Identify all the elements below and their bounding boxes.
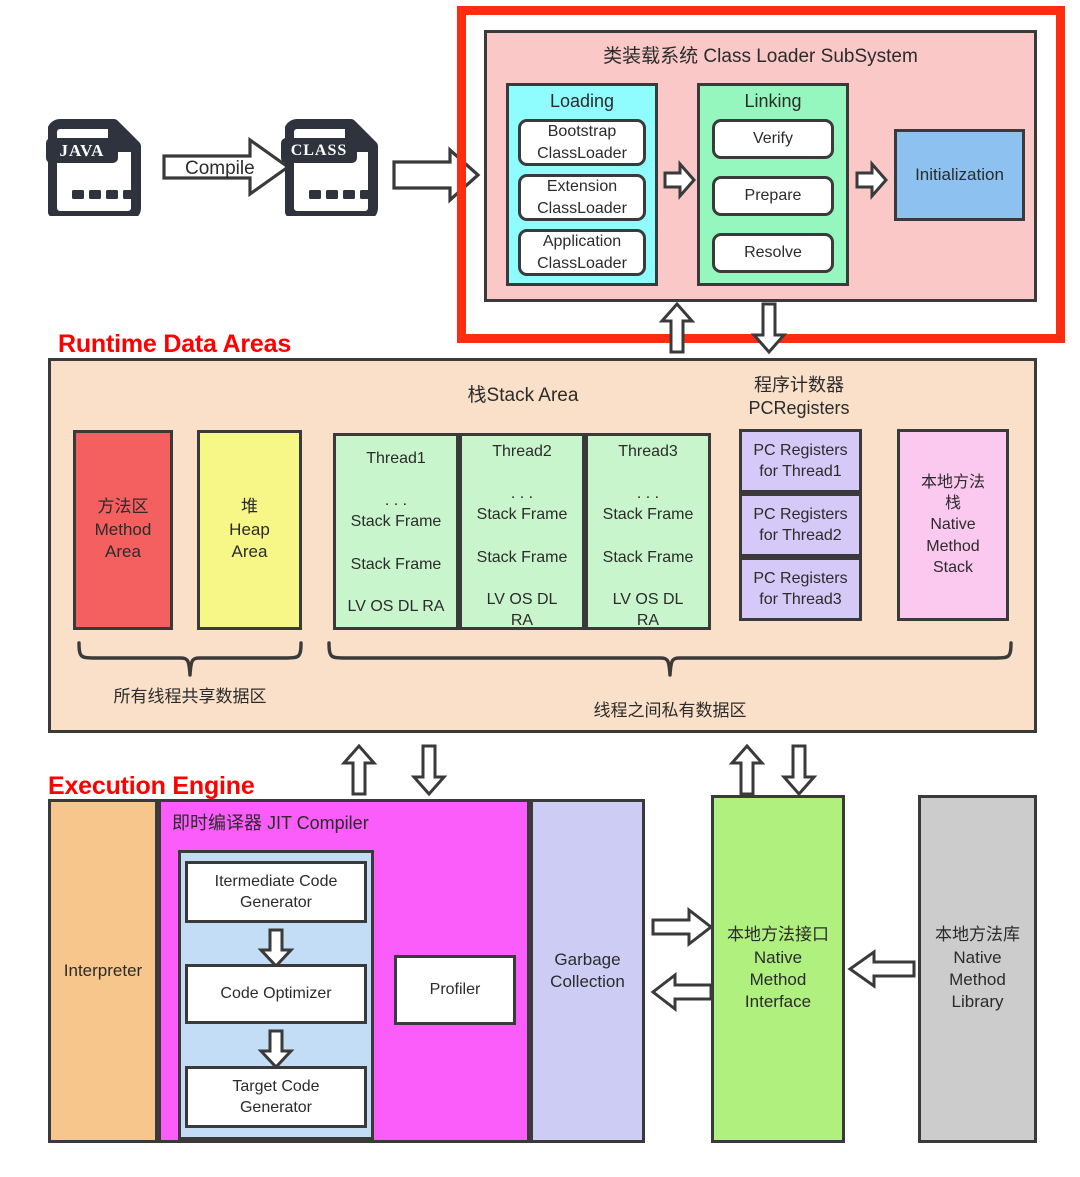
- profiler-box[interactable]: Profiler: [394, 955, 516, 1025]
- interpreter-box[interactable]: Interpreter: [48, 799, 158, 1143]
- thread2-stack-box[interactable]: Thread2 . . . Stack Frame Stack Frame LV…: [459, 433, 585, 630]
- jit-stage2-to-stage3-arrow: [257, 1029, 295, 1070]
- loader-runtime-up-arrow: [658, 301, 696, 354]
- thread3-stack-box[interactable]: Thread3 . . . Stack Frame Stack Frame LV…: [585, 433, 711, 630]
- runtime-to-engine-up-arrow: [340, 743, 378, 796]
- intermediate-code-generator-box[interactable]: Itermediate Code Generator: [185, 861, 367, 923]
- shared-data-label: 所有线程共享数据区: [113, 687, 267, 707]
- target-code-generator-box[interactable]: Target Code Generator: [185, 1066, 367, 1128]
- jvm-architecture-diagram: JAVA Compile CLASS 类装载系统 Class Loader Su…: [0, 0, 1080, 1177]
- java-file-icon: JAVA: [46, 116, 145, 216]
- nmi-to-runtime-down-arrow: [780, 744, 818, 797]
- jit-stage1-to-stage2-arrow: [257, 928, 295, 969]
- loader-runtime-down-arrow: [750, 302, 788, 355]
- nmi-to-gc-arrow: [650, 971, 713, 1013]
- pc-registers-thread2-box[interactable]: PC Registers for Thread2: [739, 493, 862, 557]
- garbage-collection-box[interactable]: Garbage Collection: [530, 799, 645, 1143]
- shared-data-brace: [77, 641, 303, 677]
- class-file-icon: CLASS: [281, 116, 382, 216]
- runtime-to-nmi-up-arrow: [728, 743, 766, 796]
- jit-compiler-title: 即时编译器 JIT Compiler: [172, 813, 369, 833]
- native-method-stack-box[interactable]: 本地方法 栈 Native Method Stack: [897, 429, 1009, 621]
- thread1-stack-box[interactable]: Thread1 . . . Stack Frame Stack Frame LV…: [333, 433, 459, 630]
- stack-area-title: 栈Stack Area: [467, 385, 579, 406]
- class-file-badge: CLASS: [281, 138, 357, 163]
- pc-registers-thread3-box[interactable]: PC Registers for Thread3: [739, 557, 862, 621]
- pc-registers-title: 程序计数器 PCRegisters: [748, 375, 850, 419]
- nml-to-nmi-arrow: [847, 949, 916, 989]
- native-method-library-box[interactable]: 本地方法库 Native Method Library: [918, 795, 1037, 1143]
- execution-engine-title: Execution Engine: [48, 772, 255, 800]
- heap-area-box[interactable]: 堆 Heap Area: [197, 430, 302, 630]
- runtime-data-areas-title: Runtime Data Areas: [58, 330, 292, 358]
- private-data-brace: [327, 641, 1013, 677]
- native-method-interface-box[interactable]: 本地方法接口 Native Method Interface: [711, 795, 845, 1143]
- gc-to-nmi-arrow: [651, 906, 714, 948]
- class-loader-highlight-frame: [457, 6, 1065, 343]
- code-optimizer-box[interactable]: Code Optimizer: [185, 964, 367, 1024]
- pc-registers-thread1-box[interactable]: PC Registers for Thread1: [739, 429, 862, 493]
- java-file-badge: JAVA: [46, 138, 118, 163]
- private-data-label: 线程之间私有数据区: [593, 701, 747, 721]
- method-area-box[interactable]: 方法区 Method Area: [73, 430, 173, 630]
- compile-label: Compile: [185, 158, 255, 179]
- engine-to-runtime-down-arrow: [410, 744, 448, 797]
